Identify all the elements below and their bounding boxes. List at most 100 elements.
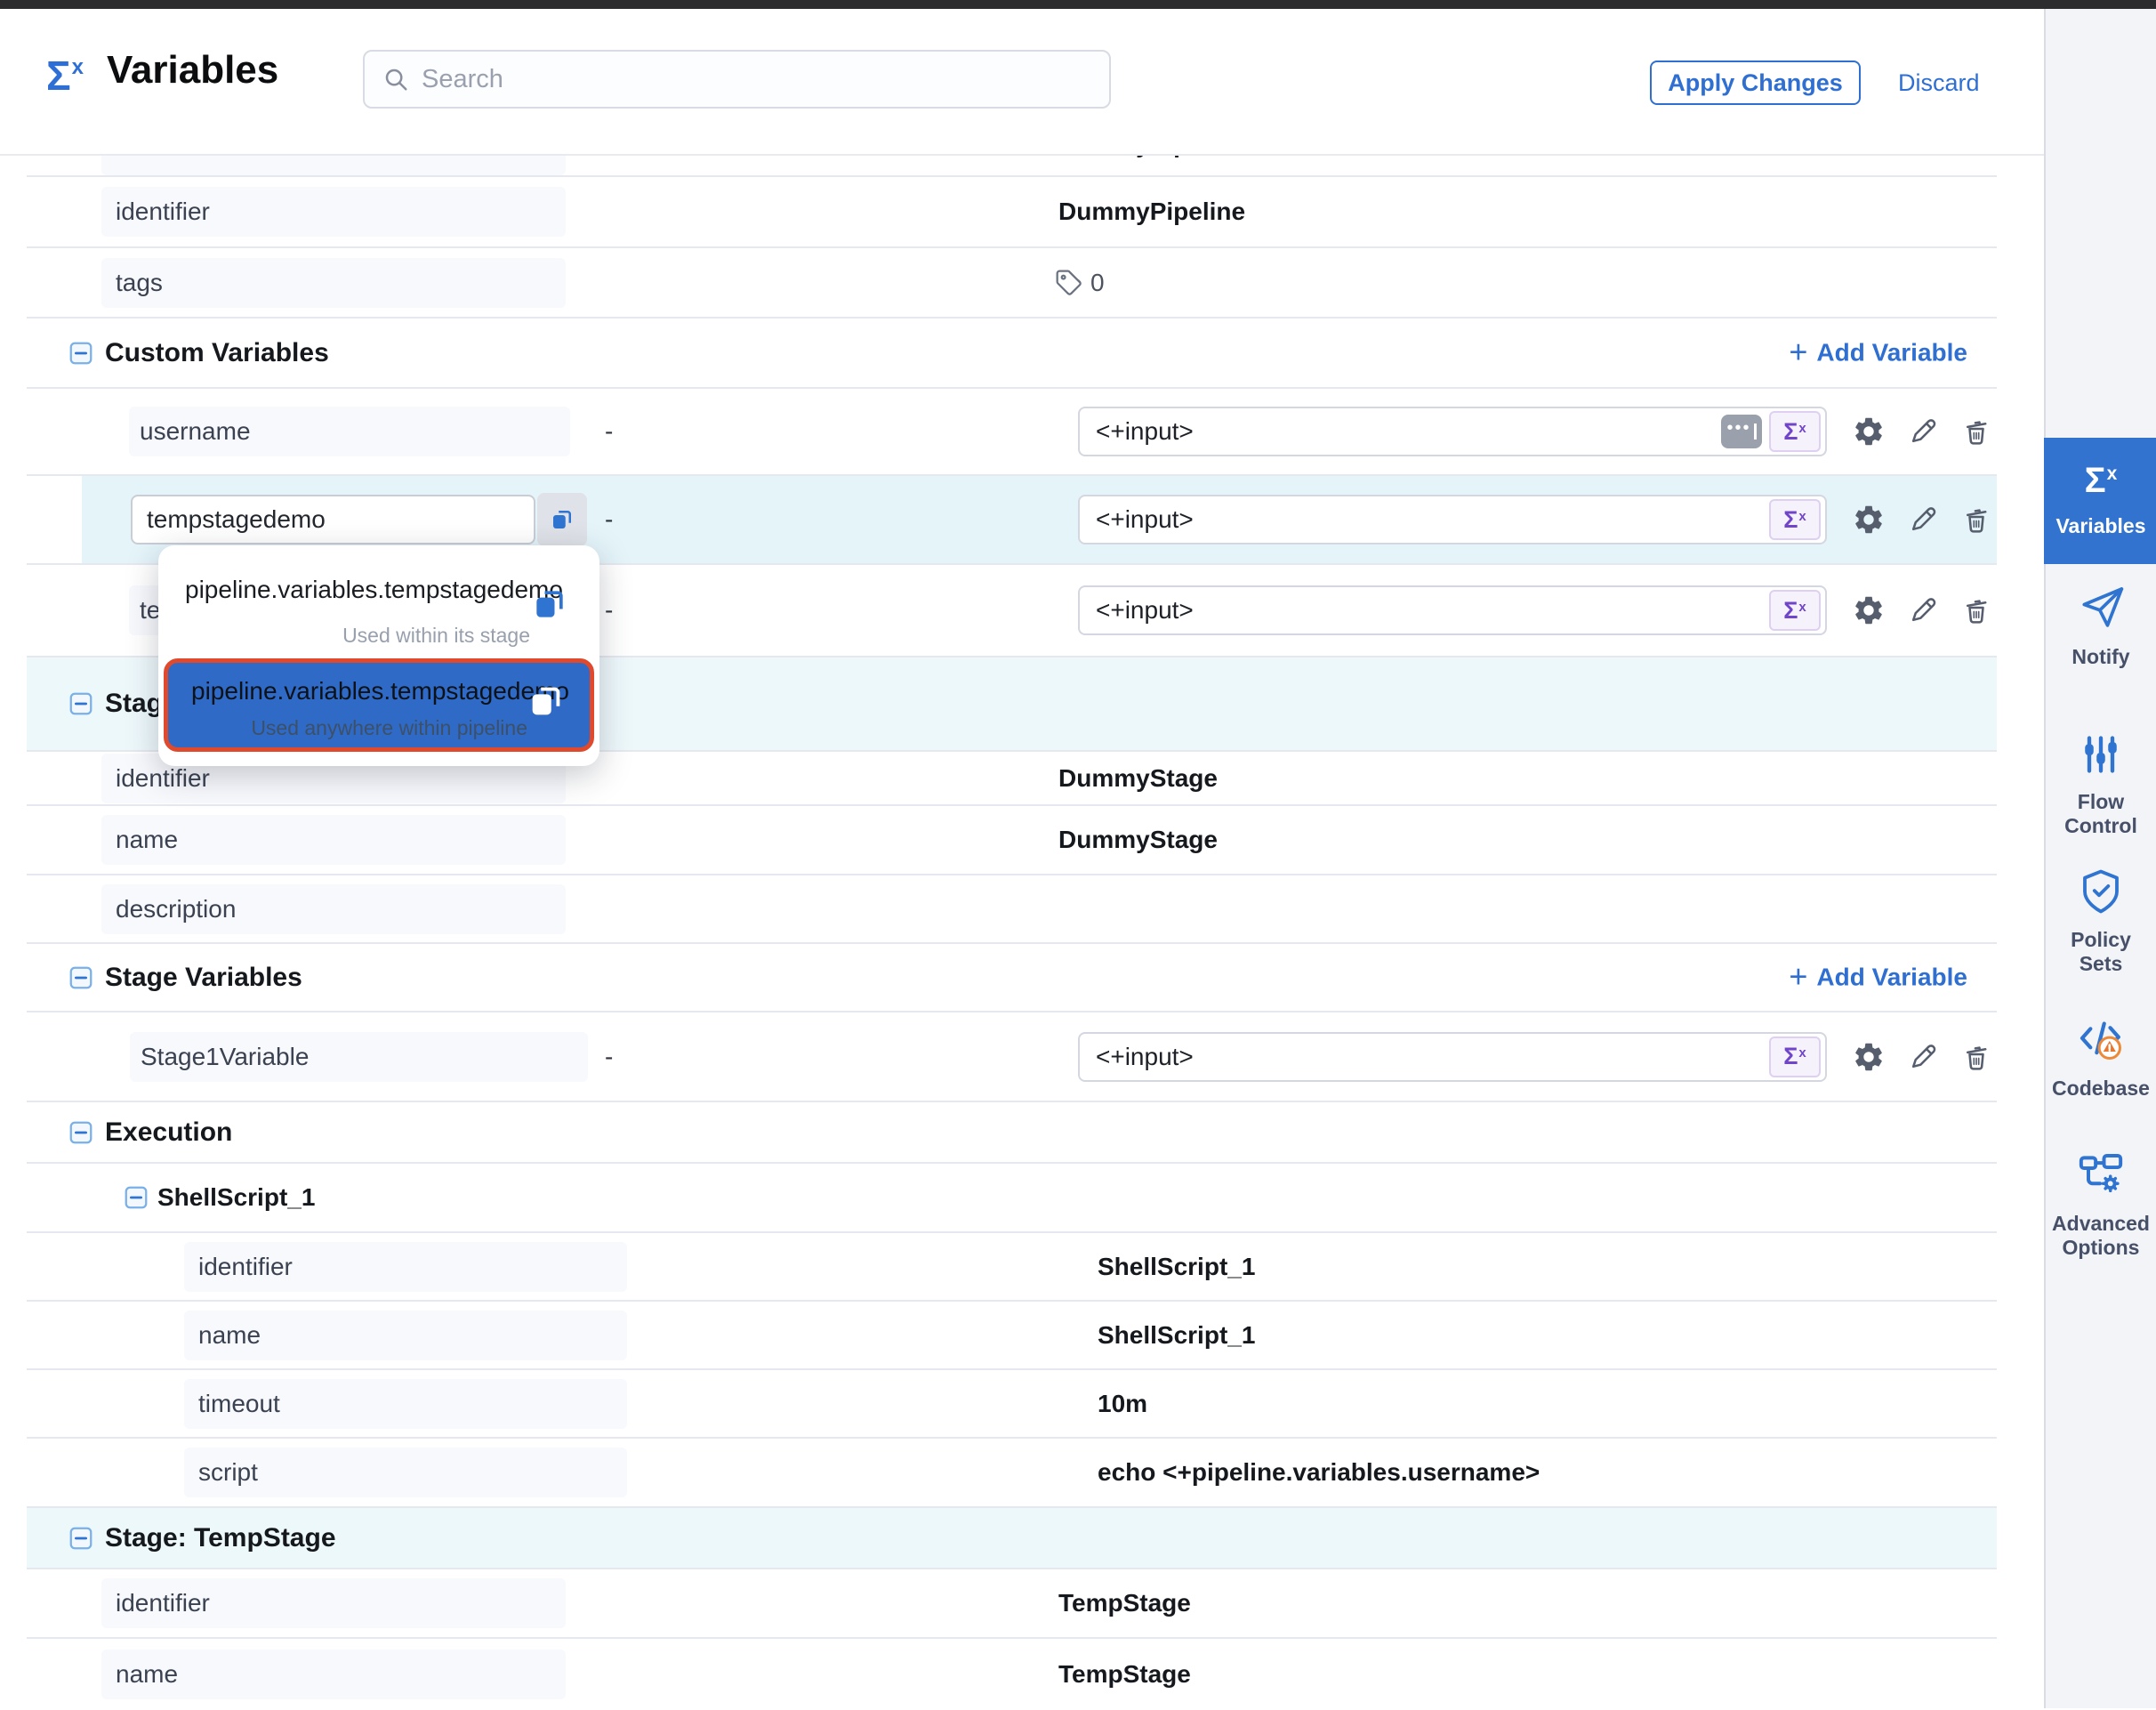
delete-trash-icon[interactable] [1960,415,1992,448]
tags-count: 0 [1090,269,1105,297]
copy-icon[interactable] [530,585,569,624]
sidebar-item-label: Advanced Options [2046,1212,2156,1260]
sidebar-item-policy-sets[interactable]: Policy Sets [2046,867,2156,976]
popover-option-pipeline-scope-selected[interactable]: pipeline.variables.tempstagedemo Used an… [164,658,594,752]
copy-button[interactable] [537,493,587,546]
sidebar-item-variables[interactable]: Σx Variables [2044,438,2156,564]
sidebar-item-notify[interactable]: Notify [2046,583,2156,669]
delete-trash-icon[interactable] [1960,504,1992,536]
variable-value: <+input> [1096,417,1194,446]
section-header-stage-temp: Stage: TempStage [27,1508,1997,1569]
edit-pencil-icon[interactable] [1907,594,1939,626]
type-separator: - [605,505,613,534]
settings-gear-icon[interactable] [1852,503,1886,536]
copy-icon[interactable] [526,681,567,722]
table-row: identifier DummyPipeline [27,177,1997,248]
variables-panel: Σx Variables Search Apply Changes Discar… [0,9,2044,1708]
add-variable-button[interactable]: + Add Variable [1789,963,1967,992]
field-label: identifier [116,198,210,226]
window-top-strip [0,0,2156,9]
popover-option-stage-scope[interactable]: pipeline.variables.tempstagedemo Used wi… [158,545,599,658]
collapse-minus-icon[interactable] [68,964,94,991]
sidebar-item-label: Variables [2052,514,2149,538]
collapse-minus-icon[interactable] [68,340,94,367]
table-row: timeout 10m [27,1370,1997,1439]
table-row: tags 0 [27,248,1997,319]
variable-value-input[interactable]: <+input> ••• Σx [1078,407,1827,456]
edit-pencil-icon[interactable] [1907,415,1939,448]
apply-changes-button[interactable]: Apply Changes [1650,60,1861,105]
search-icon [382,66,409,93]
expression-sigma-icon[interactable]: Σx [1769,411,1821,452]
sigma-x-logo-icon: Σx [46,55,84,96]
type-separator: - [605,596,613,625]
collapse-minus-icon[interactable] [68,1525,94,1552]
sidebar-item-advanced-options[interactable]: Advanced Options [2046,1149,2156,1260]
collapse-minus-icon[interactable] [68,1119,94,1146]
variable-value-input[interactable]: <+input> Σx [1078,585,1827,635]
add-variable-button[interactable]: + Add Variable [1789,338,1967,367]
section-title: Execution [105,1117,232,1148]
field-label-pill: name [101,1650,566,1699]
field-label: tags [116,269,163,297]
table-row: description [27,875,1997,944]
sidebar-item-codebase[interactable]: Codebase [2046,1014,2156,1101]
expression-sigma-icon[interactable]: Σx [1769,590,1821,631]
settings-gear-icon[interactable] [1852,593,1886,627]
variable-value: <+input> [1096,596,1194,625]
settings-gear-icon[interactable] [1852,1040,1886,1074]
section-title: Stage: TempStage [105,1523,336,1553]
section-header-custom-variables: Custom Variables + Add Variable [27,319,1997,389]
sidebar-item-flow-control[interactable]: Flow Control [2046,731,2156,838]
variable-value-input[interactable]: <+input> Σx [1078,1032,1827,1082]
discard-button[interactable]: Discard [1898,60,1980,105]
tag-icon [1055,269,1083,297]
field-label-pill: identifier [101,187,566,237]
table-row-clipped: DummyPipeline [27,156,1997,177]
field-label-pill: name [101,815,566,865]
expression-scope: Used within its stage [342,624,530,648]
variable-name-edit-input[interactable]: tempstagedemo [131,495,535,544]
variable-name-pill[interactable]: username [129,407,570,456]
step-title: ShellScript_1 [157,1183,315,1212]
field-label: timeout [198,1390,280,1418]
field-value: DummyStage [1058,826,1218,854]
shield-check-icon [2077,867,2125,915]
variable-name-pill[interactable]: Stage1Variable [130,1032,588,1082]
field-label-pill: timeout [184,1379,627,1429]
copy-icon [549,506,575,533]
pipeline-aspects-sidebar: Σx Variables Notify Flow Control Policy … [2044,9,2156,1708]
field-label: script [198,1458,258,1487]
field-value: echo <+pipeline.variables.username> [1098,1458,1540,1487]
sidebar-item-label: Codebase [2048,1077,2153,1101]
field-label: description [116,895,236,924]
page-title: Variables [107,48,278,93]
expression-sigma-icon[interactable]: Σx [1769,1036,1821,1077]
search-input[interactable]: Search [363,50,1111,109]
expression-sigma-icon[interactable]: Σx [1769,499,1821,540]
field-label: identifier [116,764,210,793]
field-label: name [116,826,178,854]
collapse-minus-icon[interactable] [68,690,94,717]
table-row: script echo <+pipeline.variables.usernam… [27,1439,1997,1508]
section-header-execution: Execution [27,1102,1997,1164]
edit-pencil-icon[interactable] [1907,1041,1939,1073]
field-label-pill [101,156,566,175]
paper-plane-icon [2076,583,2126,633]
field-value: TempStage [1058,1660,1191,1689]
variable-value-input[interactable]: <+input> Σx [1078,495,1827,544]
variable-name: te [140,596,160,625]
edit-pencil-icon[interactable] [1907,504,1939,536]
variable-name: tempstagedemo [147,505,326,534]
table-row: name ShellScript_1 [27,1302,1997,1370]
expression-preview-badge: ••• [1721,415,1762,448]
variable-name: username [140,417,251,446]
field-label-pill: name [184,1311,627,1360]
sliders-icon [2078,731,2124,778]
collapse-minus-icon[interactable] [123,1184,149,1211]
settings-gear-icon[interactable] [1852,415,1886,448]
field-value: DummyPipeline [1058,198,1245,226]
section-header-shellscript: ShellScript_1 [27,1164,1997,1233]
delete-trash-icon[interactable] [1960,594,1992,626]
delete-trash-icon[interactable] [1960,1041,1992,1073]
